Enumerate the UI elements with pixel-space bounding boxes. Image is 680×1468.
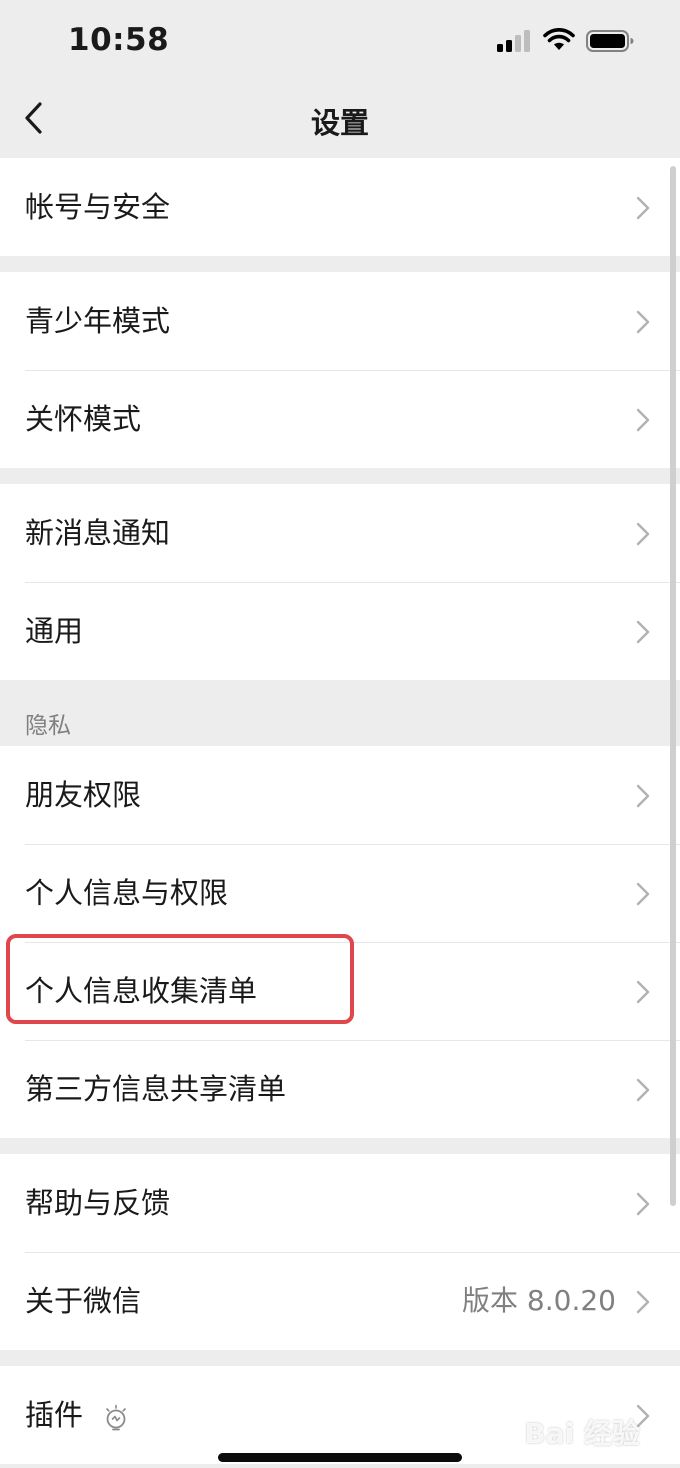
section-header-label: 隐私 [25,713,71,739]
setting-item-notifications[interactable]: 新消息通知 [0,484,680,582]
group-spacer [0,256,680,272]
group-spacer [0,1138,680,1154]
watermark-url: jingyan.baidu.com [543,1448,654,1462]
chevron-right-icon [636,620,650,644]
settings-list: 帐号与安全 青少年模式 关怀模式 新消息通知 通用 隐私 朋友权限 个人信息与权… [0,158,680,1464]
highlight-annotation-box [6,934,354,1024]
chevron-right-icon [636,784,650,808]
setting-item-label: 新消息通知 [25,516,171,550]
setting-item-youth-mode[interactable]: 青少年模式 [0,272,680,370]
settings-group-account: 帐号与安全 [0,158,680,256]
chevron-right-icon [636,1290,650,1314]
setting-item-general[interactable]: 通用 [0,582,680,680]
settings-group-general: 新消息通知 通用 [0,484,680,680]
scrollbar[interactable] [670,166,676,1206]
wifi-icon [543,28,575,50]
setting-item-label: 帮助与反馈 [25,1186,171,1220]
setting-item-label: 个人信息与权限 [25,876,229,910]
section-header-privacy: 隐私 [0,680,680,746]
group-spacer [0,1350,680,1366]
setting-item-friend-permissions[interactable]: 朋友权限 [0,746,680,844]
setting-item-label: 帐号与安全 [25,190,171,224]
setting-item-label: 朋友权限 [25,778,142,812]
setting-item-third-party-sharing-list[interactable]: 第三方信息共享清单 [0,1040,680,1138]
setting-item-help-feedback[interactable]: 帮助与反馈 [0,1154,680,1252]
divider [25,582,680,583]
chevron-right-icon [636,522,650,546]
chevron-right-icon [636,882,650,906]
setting-item-label: 关怀模式 [25,402,142,436]
setting-item-label: 关于微信 [25,1284,142,1318]
status-bar: 10:58 [0,0,680,84]
chevron-right-icon [636,1078,650,1102]
cellular-signal-icon [497,30,530,52]
setting-item-label: 青少年模式 [25,304,171,338]
group-spacer [0,468,680,484]
setting-item-personal-info-permissions[interactable]: 个人信息与权限 [0,844,680,942]
chevron-right-icon [636,408,650,432]
setting-item-about-wechat[interactable]: 关于微信 版本 8.0.20 [0,1252,680,1350]
navigation-bar: 设置 [0,84,680,156]
setting-item-care-mode[interactable]: 关怀模式 [0,370,680,468]
chevron-right-icon [636,310,650,334]
battery-icon [586,30,634,52]
status-time: 10:58 [68,22,170,58]
settings-group-about: 帮助与反馈 关于微信 版本 8.0.20 [0,1154,680,1350]
setting-item-account-security[interactable]: 帐号与安全 [0,158,680,256]
setting-item-label: 通用 [25,614,84,648]
version-value: 版本 8.0.20 [462,1284,616,1317]
lightbulb-icon [106,1404,126,1431]
home-indicator[interactable] [218,1453,462,1462]
chevron-right-icon [636,980,650,1004]
setting-item-label: 插件 [25,1398,84,1432]
settings-group-modes: 青少年模式 关怀模式 [0,272,680,468]
page-title: 设置 [310,106,369,140]
chevron-right-icon [636,196,650,220]
watermark-logo: Bai 经验 [524,1417,640,1450]
chevron-right-icon [636,1192,650,1216]
setting-item-label: 第三方信息共享清单 [25,1072,287,1106]
